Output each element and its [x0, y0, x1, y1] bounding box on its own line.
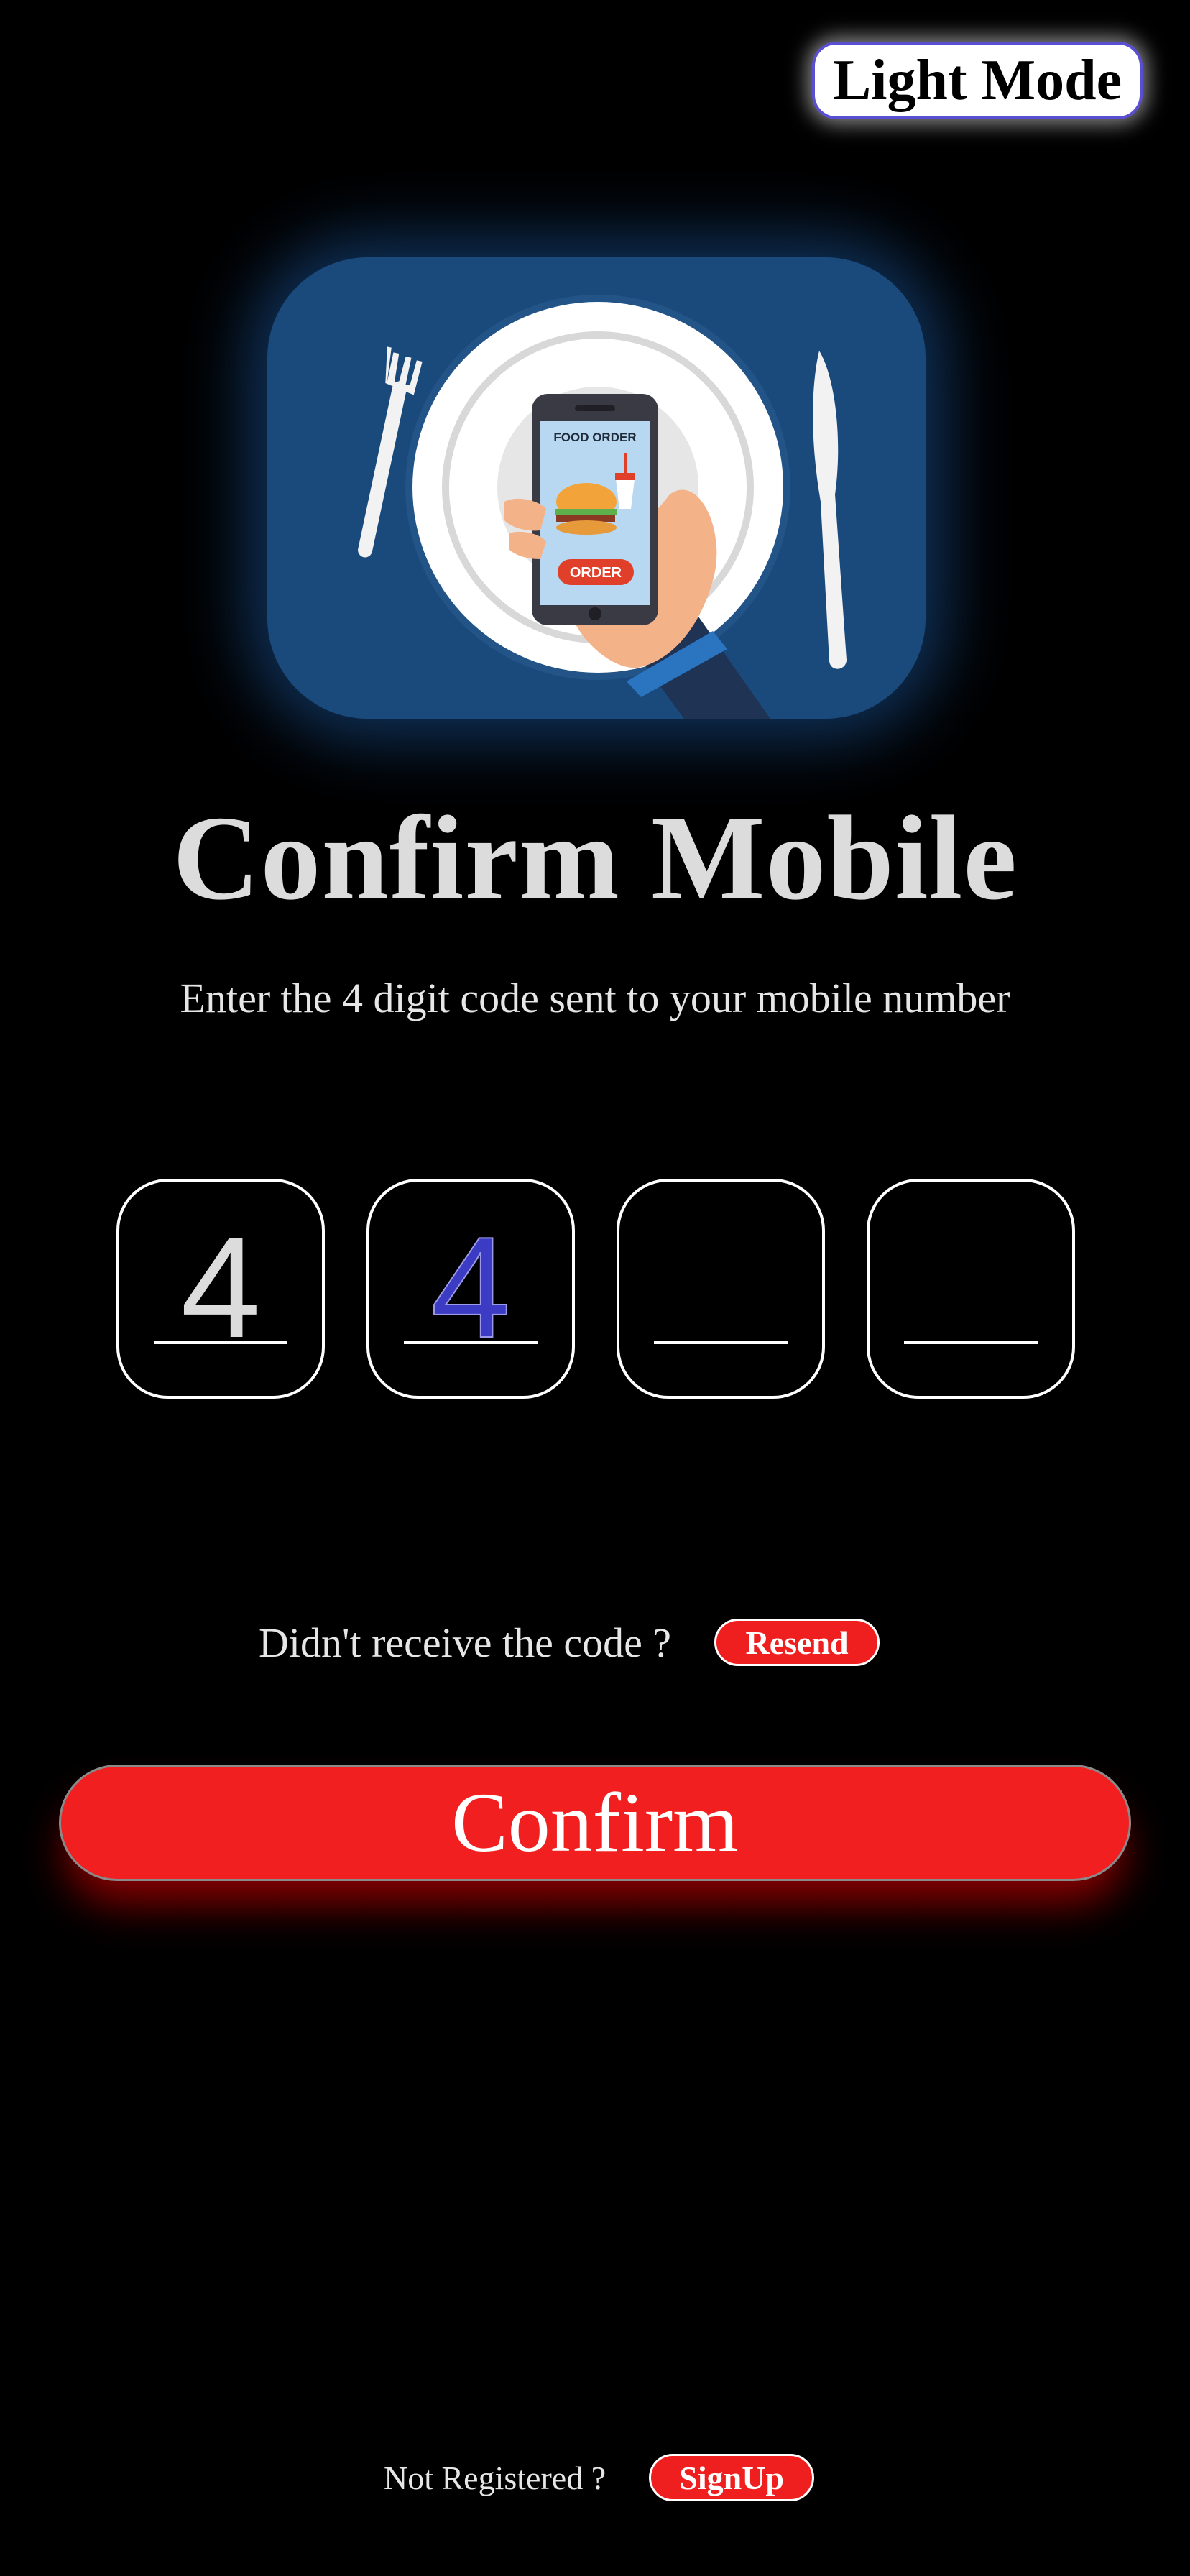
otp-underline	[654, 1341, 788, 1344]
otp-digit-4[interactable]	[867, 1179, 1075, 1399]
signup-button[interactable]: SignUp	[649, 2454, 815, 2501]
otp-underline	[404, 1341, 538, 1344]
light-mode-toggle[interactable]: Light Mode	[812, 42, 1143, 119]
signup-row: Not Registered ? SignUp	[384, 2452, 815, 2503]
phone-order-button: ORDER	[570, 565, 622, 581]
otp-digit-2-value: 4	[430, 1208, 511, 1368]
knife-icon	[813, 351, 847, 669]
otp-digit-1-value: 4	[180, 1208, 261, 1368]
otp-underline	[904, 1341, 1038, 1344]
otp-digit-2[interactable]: 4	[366, 1179, 575, 1399]
burger-icon	[555, 483, 617, 535]
page-title: Confirm Mobile	[172, 791, 1018, 925]
phone-heading: FOOD ORDER	[553, 431, 636, 444]
phone-icon: FOOD ORDER ORDER	[532, 394, 658, 625]
otp-digit-3[interactable]	[617, 1179, 825, 1399]
hero-illustration: FOOD ORDER ORDER	[267, 257, 926, 719]
resend-prompt: Didn't receive the code ?	[259, 1619, 672, 1666]
otp-digit-1[interactable]: 4	[116, 1179, 325, 1399]
otp-underline	[154, 1341, 287, 1344]
resend-row: Didn't receive the code ? Resend	[259, 1617, 880, 1668]
confirm-button[interactable]: Confirm	[59, 1765, 1131, 1881]
resend-button[interactable]: Resend	[714, 1619, 880, 1666]
instruction-text: Enter the 4 digit code sent to your mobi…	[180, 975, 1010, 1021]
signup-prompt: Not Registered ?	[384, 2459, 606, 2496]
